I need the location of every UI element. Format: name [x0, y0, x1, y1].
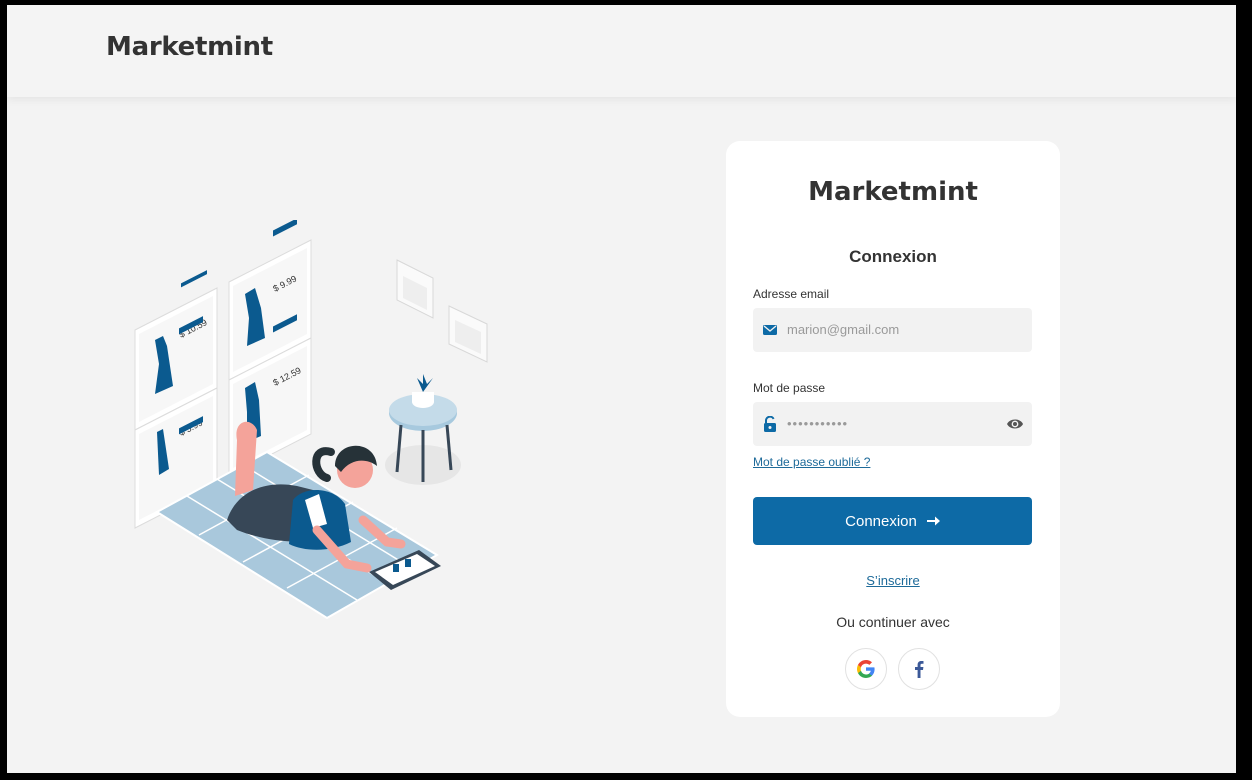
login-title: Connexion: [849, 247, 937, 266]
login-button-label: Connexion: [845, 512, 917, 530]
google-login-button[interactable]: [845, 648, 887, 690]
unlock-icon: [764, 416, 776, 432]
wall-picture-frames: [396, 259, 488, 363]
login-button[interactable]: Connexion: [753, 497, 1032, 545]
or-continue-text: Ou continuer avec: [836, 614, 950, 630]
facebook-login-button[interactable]: [898, 648, 940, 690]
card-logo: Marketmint: [808, 177, 978, 207]
shopping-illustration: $ 10.59 $ 9.99 $ 5.99 $ 12.59: [134, 220, 488, 620]
arrow-right-icon: [926, 516, 940, 526]
mail-icon: [763, 325, 777, 335]
email-value: marion@gmail.com: [787, 322, 900, 337]
page: Marketmint $ 10.59 $ 9.99 $ 5.99: [7, 5, 1236, 773]
eye-icon[interactable]: [1006, 416, 1024, 432]
login-card: Marketmint Connexion Adresse email mario…: [726, 141, 1060, 717]
top-navbar: Marketmint: [7, 5, 1236, 97]
email-label: Adresse email: [753, 287, 830, 301]
facebook-icon: [915, 661, 924, 678]
password-label: Mot de passe: [753, 381, 826, 395]
password-value: •••••••••••: [787, 416, 849, 431]
signup-link[interactable]: S’inscrire: [726, 573, 1060, 588]
google-icon: [857, 660, 875, 678]
header-logo[interactable]: Marketmint: [106, 32, 273, 62]
email-field[interactable]: marion@gmail.com: [753, 308, 1032, 352]
side-table: [385, 374, 461, 485]
forgot-password-link[interactable]: Mot de passe oublié ?: [753, 455, 870, 469]
password-field[interactable]: •••••••••••: [753, 402, 1032, 446]
